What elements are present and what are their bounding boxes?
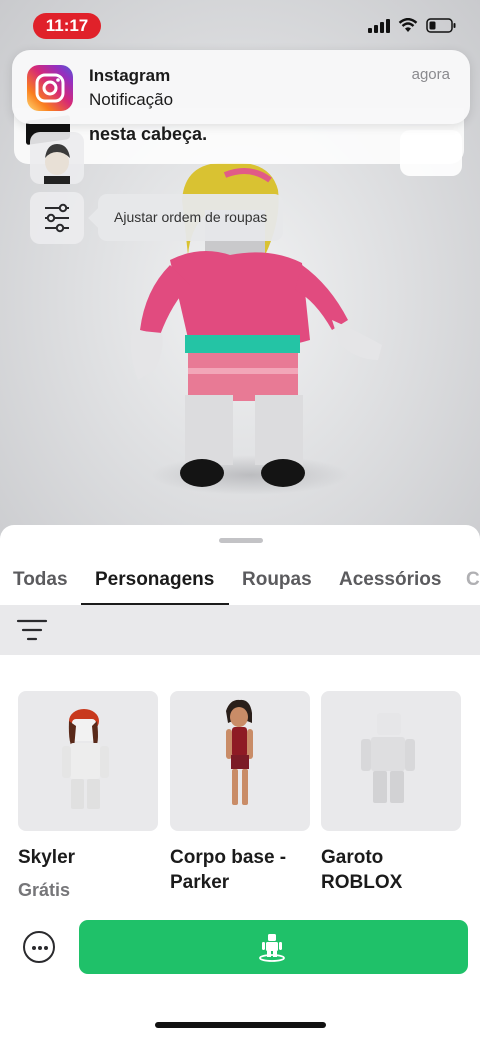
more-options-button[interactable]: [23, 931, 55, 963]
notification-time: agora: [411, 66, 450, 83]
instagram-icon: [27, 65, 73, 111]
wear-avatar-button[interactable]: [79, 920, 468, 974]
filter-icon: [16, 619, 48, 641]
filter-button[interactable]: [15, 617, 49, 643]
category-tabs: Todas Personagens Roupas Acessórios C: [0, 563, 480, 606]
more-options-dot: [38, 946, 42, 950]
more-options-dot: [44, 946, 48, 950]
sliders-icon: [45, 203, 69, 233]
notification-thumb-right: [400, 130, 462, 176]
tab-todas[interactable]: Todas: [13, 569, 68, 591]
notification-body: Notificação: [89, 90, 174, 109]
stacked-notification-text: nesta cabeça.: [89, 124, 208, 144]
wear-avatar-icon: [259, 934, 285, 962]
battery-icon: [426, 18, 456, 33]
character-thumbnail: [170, 691, 310, 831]
avatar-preview: nesta cabeça. Ajustar ordem de roupas In…: [0, 0, 480, 540]
tab-acessorios[interactable]: Acessórios: [339, 569, 441, 591]
head-icon: [44, 144, 70, 184]
status-icons: [368, 18, 456, 33]
home-indicator[interactable]: [155, 1022, 326, 1028]
character-name: Garoto ROBLOX: [321, 847, 403, 893]
character-name: Corpo base - Parker: [170, 847, 287, 893]
tab-personagens[interactable]: Personagens: [95, 569, 214, 591]
character-thumbnail: [18, 691, 158, 831]
character-price: Grátis: [18, 880, 71, 900]
more-options-icon: [32, 946, 36, 950]
character-thumbnail: [321, 691, 461, 831]
tooltip: Ajustar ordem de roupas: [98, 194, 284, 241]
character-card-roblox-boy[interactable]: Garoto ROBLOX Grátis: [321, 691, 461, 911]
tab-roupas[interactable]: Roupas: [242, 569, 312, 591]
adjust-clothing-order-button[interactable]: [30, 192, 84, 244]
character-card-parker[interactable]: Corpo base - Parker Grátis: [170, 691, 310, 911]
notification-title: Instagram: [89, 66, 171, 85]
filter-bar: [0, 605, 480, 655]
wifi-icon: [398, 18, 418, 32]
sheet-grabber[interactable]: [219, 538, 263, 543]
avatar-head-button[interactable]: [30, 132, 84, 184]
character-name: Skyler: [18, 847, 76, 868]
status-time: 11:17: [33, 13, 101, 39]
instagram-notification[interactable]: Instagram Notificação agora: [12, 50, 470, 124]
status-bar: 11:17: [0, 0, 480, 52]
tab-next-partial[interactable]: C: [466, 569, 480, 591]
catalog-sheet: Todas Personagens Roupas Acessórios C Sk…: [0, 525, 480, 1038]
character-card-skyler[interactable]: Skyler Grátis: [18, 691, 158, 901]
signal-icon: [368, 18, 390, 33]
